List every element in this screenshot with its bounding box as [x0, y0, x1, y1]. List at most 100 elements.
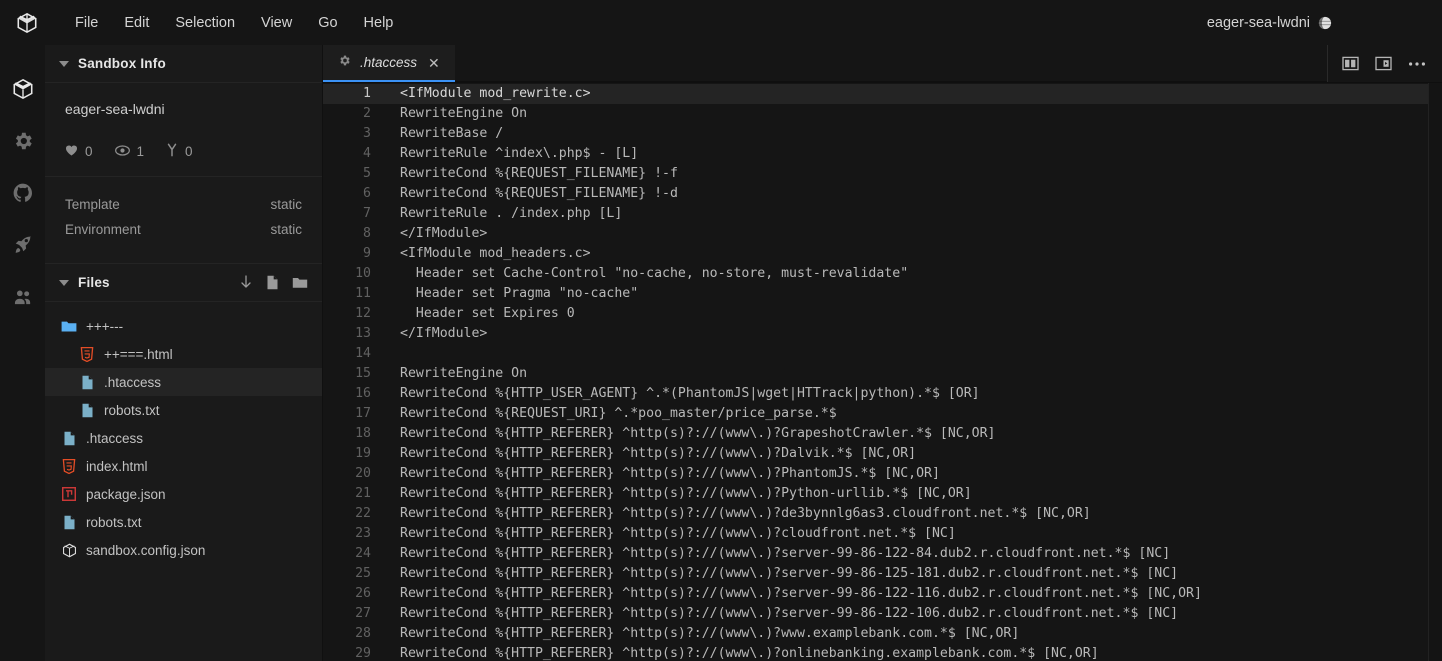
code-line[interactable]: 3 RewriteBase /	[323, 124, 1442, 144]
editor-tab-bar: .htaccess ✕	[323, 45, 1442, 83]
code-line[interactable]: 2 RewriteEngine On	[323, 104, 1442, 124]
line-number: 14	[355, 346, 371, 361]
code-line[interactable]: 8 </IfModule>	[323, 224, 1442, 244]
more-icon[interactable]	[1408, 61, 1426, 67]
file-tree-item-sandbox-config[interactable]: sandbox.config.json	[45, 536, 322, 564]
line-text: RewriteCond %{HTTP_REFERER} ^http(s)?://…	[400, 526, 956, 541]
activity-bar	[0, 45, 45, 661]
sandbox-info-name: eager-sea-lwdni	[65, 101, 165, 117]
line-text: RewriteEngine On	[400, 366, 528, 381]
code-line[interactable]: 22 RewriteCond %{HTTP_REFERER} ^http(s)?:…	[323, 504, 1442, 524]
menu-item-edit[interactable]: Edit	[111, 11, 162, 35]
file-tree-item-htaccess-child[interactable]: .htaccess	[45, 368, 322, 396]
html-icon	[61, 458, 77, 474]
code-editor[interactable]: 1 <IfModule mod_rewrite.c> 2 RewriteEngine …	[323, 83, 1442, 661]
line-text: <IfModule mod_headers.c>	[400, 246, 591, 261]
line-number: 2	[363, 106, 371, 121]
close-icon[interactable]: ✕	[426, 55, 442, 71]
code-line[interactable]: 23 RewriteCond %{HTTP_REFERER} ^http(s)?:…	[323, 524, 1442, 544]
code-line[interactable]: 11 Header set Pragma "no-cache"	[323, 284, 1442, 304]
code-line[interactable]: 7 RewriteRule . /index.php [L]	[323, 204, 1442, 224]
code-line[interactable]: 19 RewriteCond %{HTTP_REFERER} ^http(s)?:…	[323, 444, 1442, 464]
split-editor-icon[interactable]	[1342, 56, 1359, 71]
code-line[interactable]: 15 RewriteEngine On	[323, 364, 1442, 384]
codesandbox-window: File Edit Selection View Go Help eager-s…	[0, 0, 1442, 661]
line-number: 23	[355, 526, 371, 541]
code-line[interactable]: 24 RewriteCond %{HTTP_REFERER} ^http(s)?:…	[323, 544, 1442, 564]
file-tree-item-package-json[interactable]: package.json	[45, 480, 322, 508]
tab-htaccess[interactable]: .htaccess ✕	[323, 45, 455, 82]
download-icon[interactable]	[239, 275, 253, 290]
file-tree-item-htaccess-root[interactable]: .htaccess	[45, 424, 322, 452]
line-text: RewriteCond %{HTTP_REFERER} ^http(s)?://…	[400, 426, 996, 441]
cube-icon	[13, 78, 32, 100]
line-number: 6	[363, 186, 371, 201]
file-tree-label: package.json	[86, 486, 166, 502]
code-line[interactable]: 18 RewriteCond %{HTTP_REFERER} ^http(s)?:…	[323, 424, 1442, 444]
editor-scrollbar[interactable]	[1428, 83, 1442, 661]
code-lines[interactable]: 1 <IfModule mod_rewrite.c> 2 RewriteEngine …	[323, 83, 1442, 661]
menu-item-help[interactable]: Help	[351, 11, 407, 35]
code-line[interactable]: 12 Header set Expires 0	[323, 304, 1442, 324]
files-header[interactable]: Files	[45, 264, 322, 302]
code-line[interactable]: 29 RewriteCond %{HTTP_REFERER} ^http(s)?:…	[323, 644, 1442, 661]
line-text: RewriteCond %{REQUEST_URI} ^.*poo_master…	[400, 406, 837, 421]
menu-item-file[interactable]: File	[62, 11, 111, 35]
file-tree-label: .htaccess	[104, 374, 162, 390]
file-tree-item-robots-child[interactable]: robots.txt	[45, 396, 322, 424]
code-line[interactable]: 6 RewriteCond %{REQUEST_FILENAME} !-d	[323, 184, 1442, 204]
rocket-icon	[15, 236, 31, 253]
line-text: RewriteCond %{HTTP_REFERER} ^http(s)?://…	[400, 626, 1020, 641]
line-number: 28	[355, 626, 371, 641]
code-line[interactable]: 26 RewriteCond %{HTTP_REFERER} ^http(s)?:…	[323, 584, 1442, 604]
line-text: </IfModule>	[400, 226, 488, 241]
menu-item-go[interactable]: Go	[305, 11, 350, 35]
file-tree-item-robots-root[interactable]: robots.txt	[45, 508, 322, 536]
line-number: 20	[355, 466, 371, 481]
code-line[interactable]: 28 RewriteCond %{HTTP_REFERER} ^http(s)?:…	[323, 624, 1442, 644]
file-tree-item-index-html[interactable]: index.html	[45, 452, 322, 480]
file-tree-folder-plusplusplus[interactable]: +++---	[45, 312, 322, 340]
code-line[interactable]: 4 RewriteRule ^index\.php$ - [L]	[323, 144, 1442, 164]
gear-icon	[338, 54, 351, 72]
code-line[interactable]: 14	[323, 344, 1442, 364]
code-line[interactable]: 13 </IfModule>	[323, 324, 1442, 344]
file-icon	[79, 402, 95, 418]
line-text: RewriteCond %{HTTP_REFERER} ^http(s)?://…	[400, 586, 1202, 601]
file-tree-label: .htaccess	[86, 430, 144, 446]
line-text: RewriteCond %{REQUEST_FILENAME} !-f	[400, 166, 678, 181]
code-line[interactable]: 25 RewriteCond %{HTTP_REFERER} ^http(s)?:…	[323, 564, 1442, 584]
code-line[interactable]: 10 Header set Cache-Control "no-cache, n…	[323, 264, 1442, 284]
code-line[interactable]: 21 RewriteCond %{HTTP_REFERER} ^http(s)?:…	[323, 484, 1442, 504]
new-file-icon[interactable]	[266, 275, 279, 290]
menu-item-view[interactable]: View	[248, 11, 305, 35]
stat-views-value: 1	[136, 144, 145, 159]
code-line[interactable]: 20 RewriteCond %{HTTP_REFERER} ^http(s)?:…	[323, 464, 1442, 484]
line-text: RewriteCond %{HTTP_USER_AGENT} ^.*(Phant…	[400, 386, 980, 401]
app-logo[interactable]	[8, 0, 46, 45]
sandbox-info-header[interactable]: Sandbox Info	[45, 45, 322, 83]
code-line[interactable]: 27 RewriteCond %{HTTP_REFERER} ^http(s)?:…	[323, 604, 1442, 624]
code-line[interactable]: 9 <IfModule mod_headers.c>	[323, 244, 1442, 264]
tab-bar-filler	[454, 45, 1327, 82]
activity-item-deploy[interactable]	[0, 219, 45, 271]
code-line[interactable]: 16 RewriteCond %{HTTP_USER_AGENT} ^.*(Pha…	[323, 384, 1442, 404]
code-line[interactable]: 5 RewriteCond %{REQUEST_FILENAME} !-f	[323, 164, 1442, 184]
file-tree-item-html-child[interactable]: ++===.html	[45, 340, 322, 368]
activity-item-github[interactable]	[0, 167, 45, 219]
line-text: RewriteRule ^index\.php$ - [L]	[400, 146, 639, 161]
open-preview-icon[interactable]	[1375, 56, 1392, 71]
new-folder-icon[interactable]	[292, 276, 308, 289]
line-number: 24	[355, 546, 371, 561]
activity-item-sandbox-explorer[interactable]	[0, 63, 45, 115]
line-text: Header set Cache-Control "no-cache, no-s…	[400, 266, 909, 281]
menu-item-selection[interactable]: Selection	[162, 11, 248, 35]
code-line[interactable]: 1 <IfModule mod_rewrite.c>	[323, 84, 1442, 104]
line-number: 27	[355, 606, 371, 621]
activity-item-live-collaboration[interactable]	[0, 271, 45, 323]
activity-item-settings[interactable]	[0, 115, 45, 167]
editor-area: .htaccess ✕ 1 <IfModule mod_rewrite.c> 2…	[323, 45, 1442, 661]
code-line[interactable]: 17 RewriteCond %{REQUEST_URI} ^.*poo_mast…	[323, 404, 1442, 424]
sandbox-title-group[interactable]: eager-sea-lwdni	[1207, 0, 1332, 45]
stat-forks: 0	[166, 143, 193, 160]
